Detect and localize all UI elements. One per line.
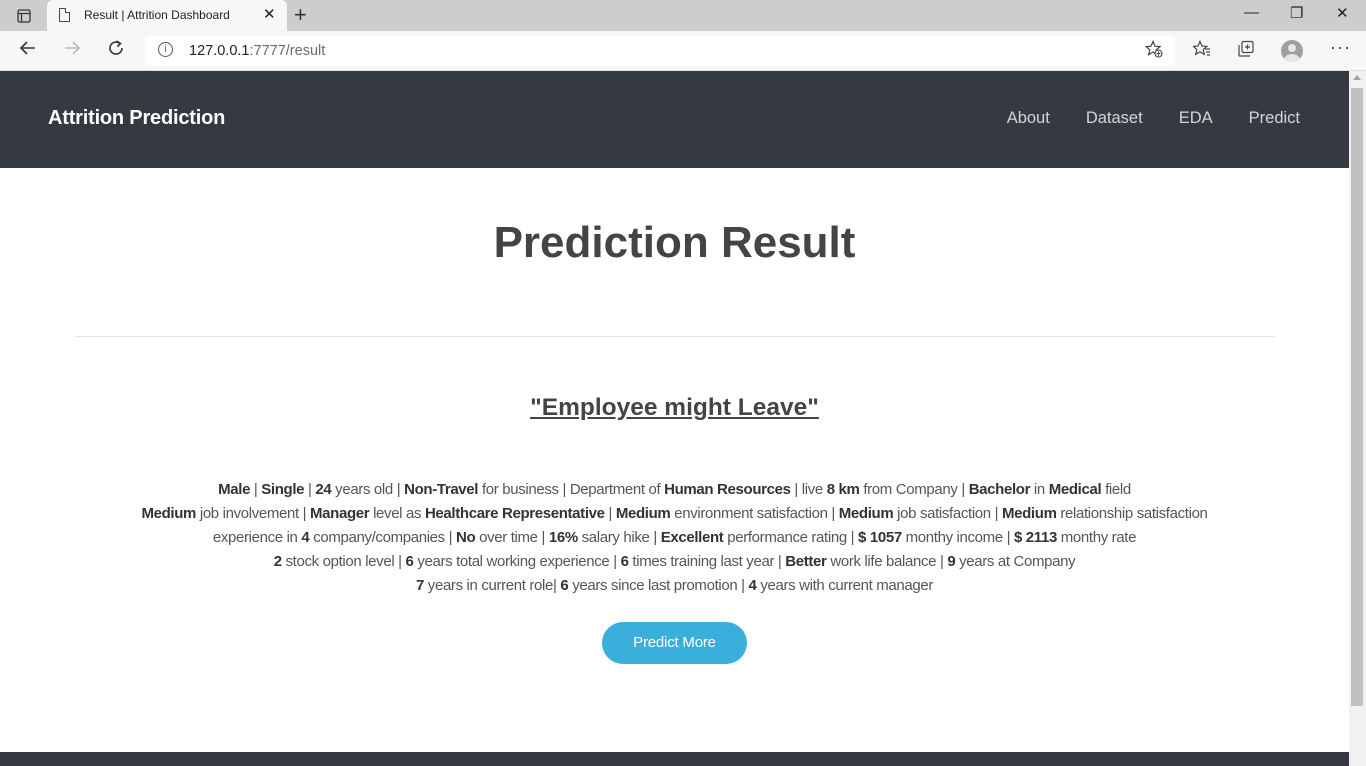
prediction-verdict: "Employee might Leave" — [530, 394, 819, 421]
summary-line-4: 2 stock option level | 6 years total wor… — [273, 553, 1076, 570]
new-tab-button[interactable]: + — [294, 2, 307, 28]
page-scrollbar[interactable] — [1349, 71, 1366, 766]
site-footer — [0, 752, 1349, 766]
favorites-icon[interactable] — [1192, 40, 1211, 63]
url-host: 127.0.0.1 — [189, 43, 250, 59]
site-navbar: Attrition Prediction About Dataset EDA P… — [0, 71, 1349, 168]
back-arrow-icon[interactable] — [19, 39, 37, 62]
nav-link-predict[interactable]: Predict — [1249, 109, 1300, 128]
predict-more-button[interactable]: Predict More — [602, 622, 747, 664]
add-favorite-icon[interactable] — [1144, 39, 1163, 63]
restore-button[interactable]: ❐ — [1290, 4, 1303, 22]
nav-links: About Dataset EDA Predict — [1007, 109, 1300, 128]
more-menu-icon[interactable]: ··· — [1330, 37, 1351, 58]
tab-close-icon[interactable]: ✕ — [263, 5, 276, 23]
address-bar[interactable]: i 127.0.0.1:7777/result — [145, 36, 1175, 66]
summary-line-5: 7 years in current role| 6 years since l… — [415, 577, 934, 594]
url-text: 127.0.0.1:7777/result — [189, 43, 325, 59]
nav-link-about[interactable]: About — [1007, 109, 1050, 128]
site-info-icon[interactable]: i — [158, 42, 173, 57]
tab-title: Result | Attrition Dashboard — [84, 8, 230, 22]
page-viewport: Attrition Prediction About Dataset EDA P… — [0, 71, 1349, 766]
url-path: :7777/result — [249, 43, 326, 59]
page-title: Prediction Result — [493, 218, 856, 267]
employee-summary: Male | Single | 24 years old | Non-Trave… — [0, 478, 1349, 598]
tab-actions-icon[interactable] — [10, 7, 38, 25]
window-close-button[interactable]: ✕ — [1336, 4, 1349, 22]
divider — [75, 336, 1275, 337]
site-brand[interactable]: Attrition Prediction — [48, 107, 225, 130]
summary-line-2: Medium job involvement | Manager level a… — [141, 505, 1208, 522]
profile-avatar-icon[interactable] — [1281, 40, 1303, 62]
scroll-up-icon[interactable] — [1353, 75, 1361, 80]
collections-icon[interactable] — [1237, 40, 1255, 63]
nav-link-eda[interactable]: EDA — [1179, 109, 1213, 128]
browser-tab-strip: Result | Attrition Dashboard ✕ + — ❐ ✕ — [0, 0, 1366, 31]
browser-tab-active[interactable]: Result | Attrition Dashboard ✕ — [47, 0, 287, 31]
scrollbar-thumb[interactable] — [1351, 88, 1363, 706]
forward-arrow-icon[interactable] — [63, 39, 81, 62]
refresh-icon[interactable] — [107, 39, 125, 62]
tab-actions-glyph — [17, 9, 31, 23]
minimize-button[interactable]: — — [1244, 4, 1259, 21]
browser-toolbar: i 127.0.0.1:7777/result ··· — [0, 31, 1366, 71]
summary-line-1: Male | Single | 24 years old | Non-Trave… — [218, 481, 1131, 498]
nav-link-dataset[interactable]: Dataset — [1086, 109, 1143, 128]
summary-line-3: experience in 4 company/companies | No o… — [212, 529, 1137, 546]
page-icon — [59, 8, 70, 22]
